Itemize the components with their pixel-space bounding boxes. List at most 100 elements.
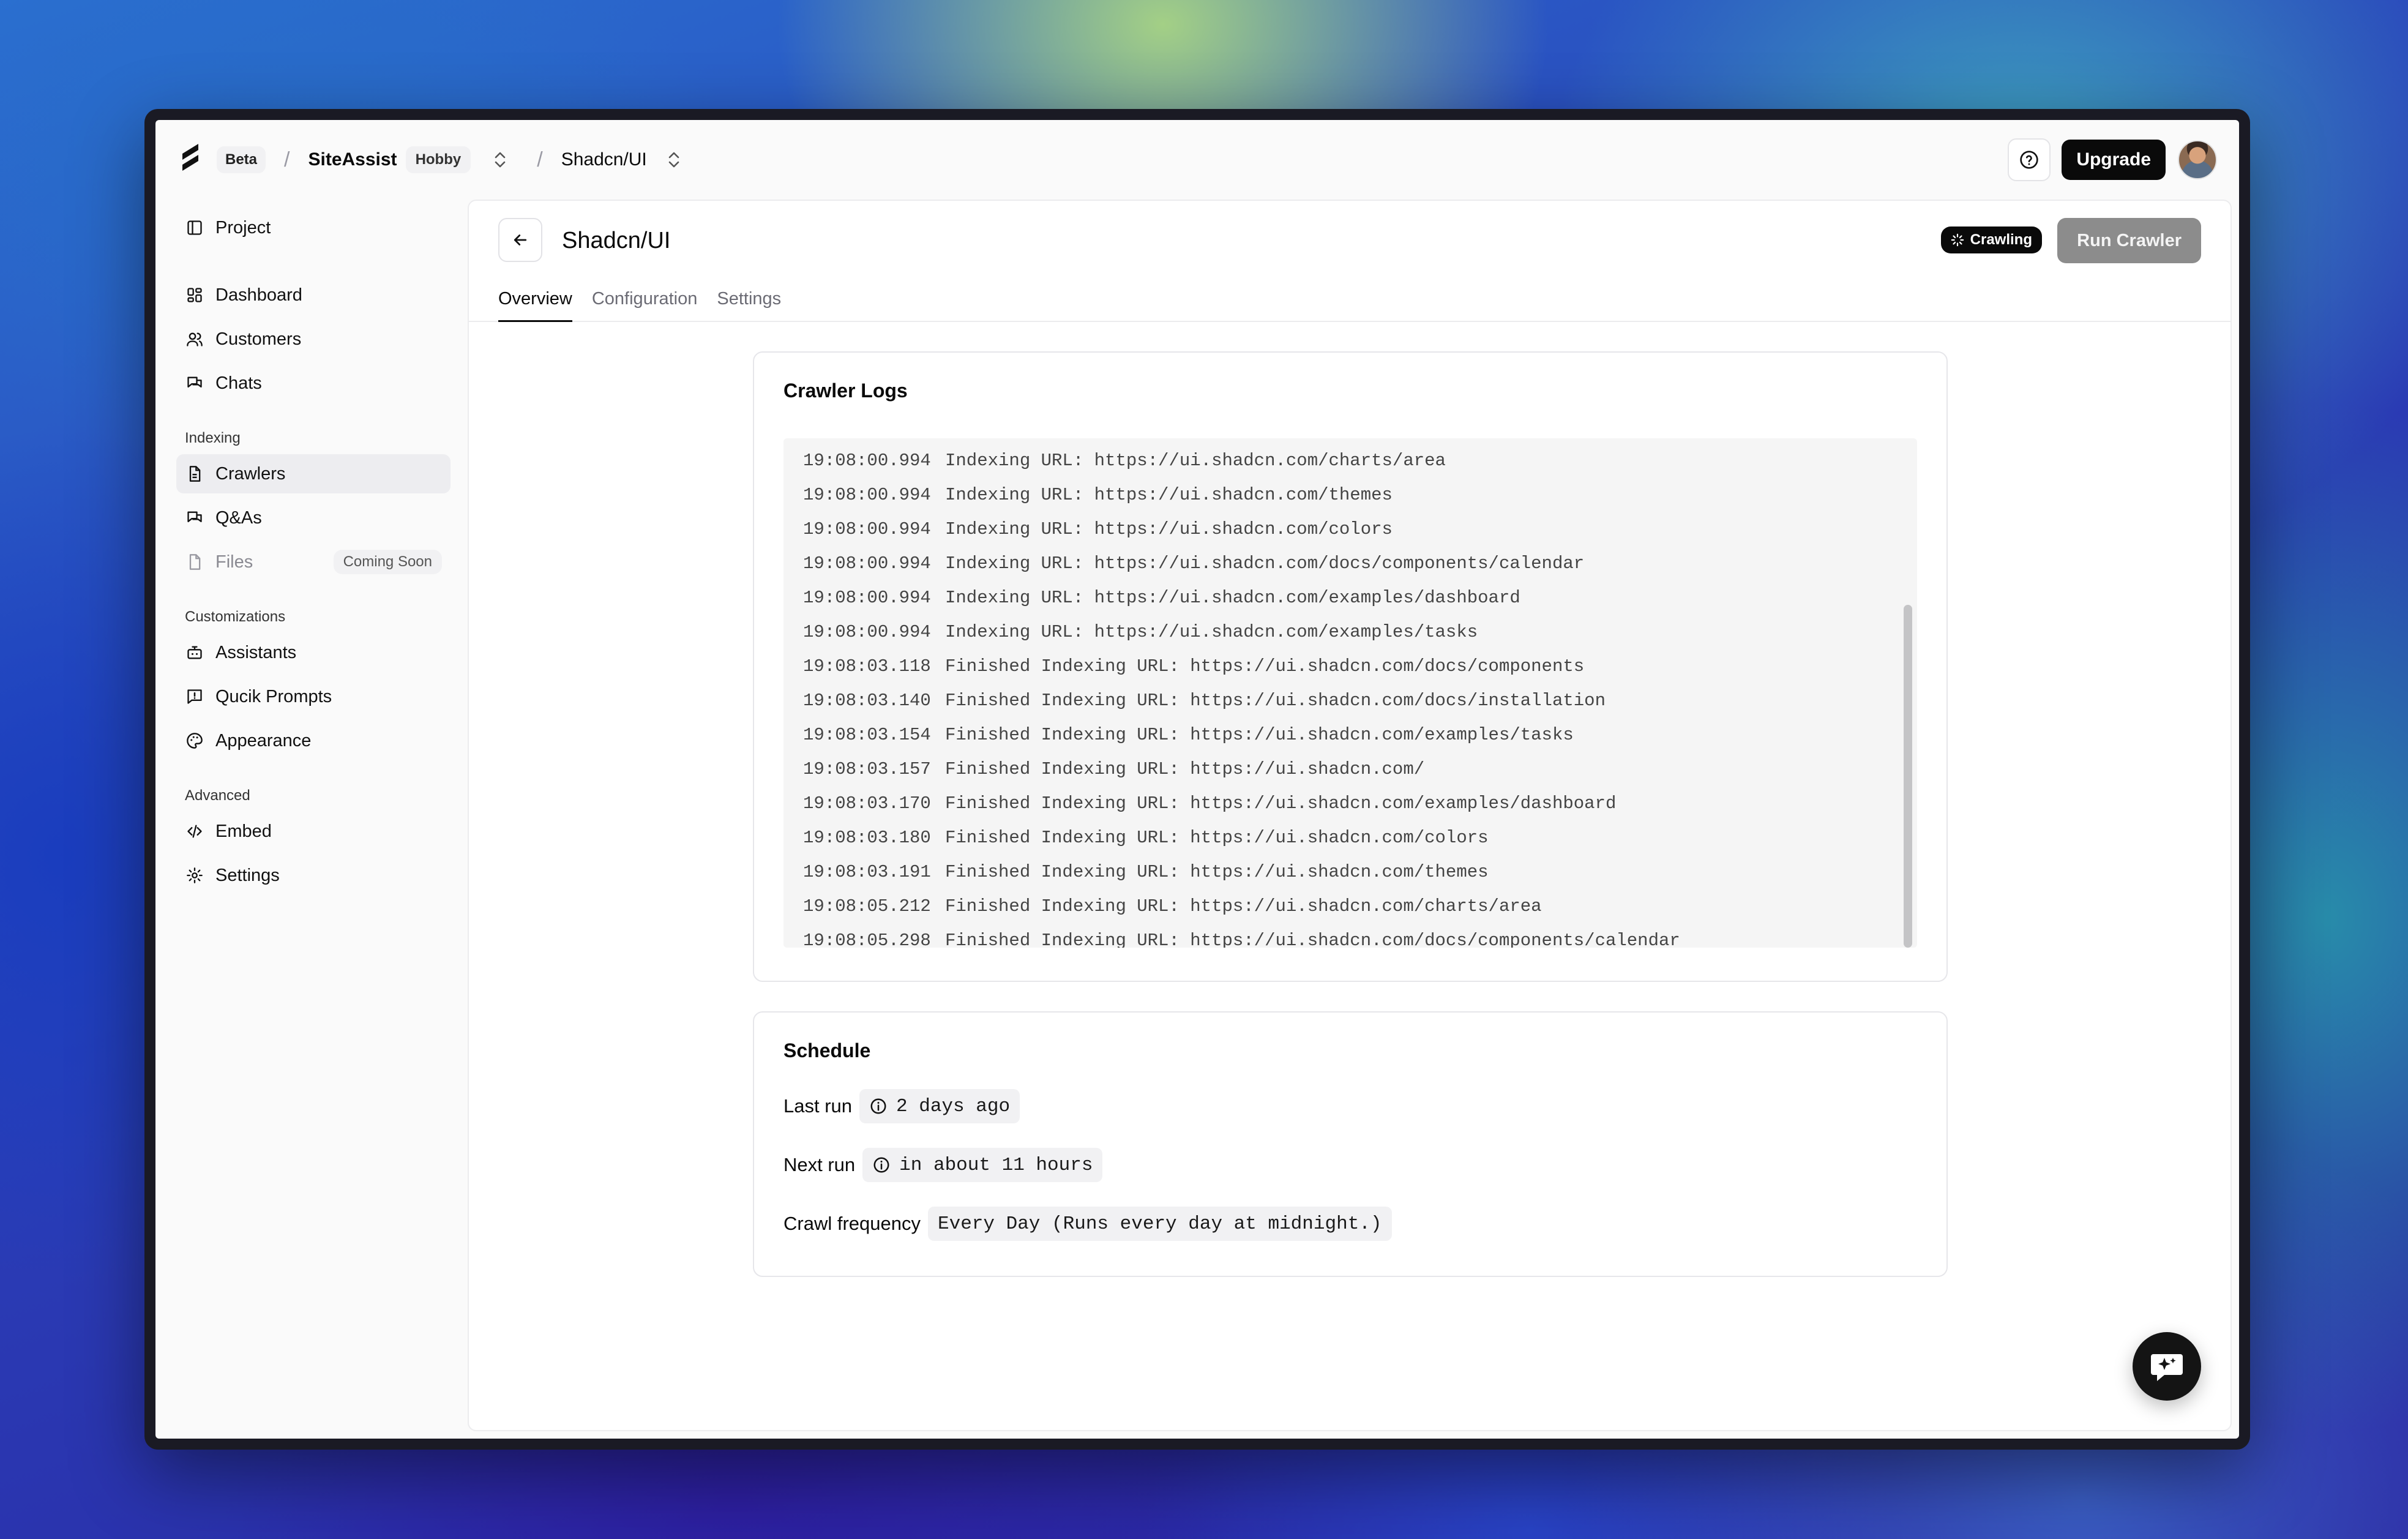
- log-row: 19:08:00.994 Indexing URL: https://ui.sha…: [783, 580, 1917, 615]
- log-message: Finished Indexing URL: https://ui.shadcn…: [945, 793, 1617, 814]
- log-row: 19:08:05.298 Finished Indexing URL: https…: [783, 923, 1917, 948]
- sidebar-item-settings[interactable]: Settings: [176, 856, 451, 895]
- tab-configuration[interactable]: Configuration: [592, 289, 698, 322]
- log-message: Indexing URL: https://ui.shadcn.com/them…: [945, 484, 1393, 505]
- frequency-value: Every Day (Runs every day at midnight.): [937, 1213, 1382, 1235]
- log-row: 19:08:00.994 Indexing URL: https://ui.sha…: [783, 477, 1917, 512]
- schedule-card: Schedule Last run 2 days ago Next run in…: [753, 1011, 1948, 1277]
- sidebar-item-label: Crawlers: [215, 463, 286, 484]
- page-header: Shadcn/UI Crawling Run Crawler Overview …: [469, 201, 2230, 322]
- file-icon: [185, 552, 204, 572]
- log-message: Finished Indexing URL: https://ui.shadcn…: [945, 758, 1425, 779]
- run-crawler-button[interactable]: Run Crawler: [2057, 218, 2201, 263]
- breadcrumb-separator: /: [284, 148, 290, 171]
- tab-settings[interactable]: Settings: [717, 289, 781, 322]
- sidebar-item-label: Embed: [215, 821, 272, 841]
- log-message: Finished Indexing URL: https://ui.shadcn…: [945, 861, 1489, 882]
- crawler-logs-title: Crawler Logs: [783, 380, 908, 402]
- document-icon: [185, 464, 204, 484]
- section-heading-customizations: Customizations: [185, 608, 286, 625]
- sidebar-item-label: Project: [215, 217, 271, 238]
- org-switcher-chevron-icon[interactable]: [493, 149, 507, 170]
- sidebar-item-embed[interactable]: Embed: [176, 812, 451, 851]
- bot-icon: [185, 643, 204, 662]
- sidebar-item-label: Chats: [215, 373, 262, 393]
- info-icon: [869, 1097, 888, 1115]
- log-row: 19:08:00.994 Indexing URL: https://ui.sha…: [783, 546, 1917, 580]
- log-timestamp: 19:08:03.180: [803, 827, 931, 848]
- log-message: Indexing URL: https://ui.shadcn.com/colo…: [945, 519, 1393, 539]
- sidebar-item-label: Customers: [215, 329, 302, 349]
- log-timestamp: 19:08:03.118: [803, 656, 931, 676]
- crawler-logs-card: Crawler Logs 19:08:00.994 Indexing URL: h…: [753, 351, 1948, 982]
- panel-icon: [185, 218, 204, 238]
- sidebar-item-quick-prompts[interactable]: Qucik Prompts: [176, 677, 451, 716]
- next-run-row: Next run in about 11 hours: [783, 1148, 1917, 1182]
- log-row: 19:08:03.170 Finished Indexing URL: https…: [783, 786, 1917, 820]
- log-row: 19:08:00.994 Indexing URL: https://ui.sha…: [783, 615, 1917, 649]
- status-badge: Crawling: [1940, 227, 2042, 253]
- section-heading-advanced: Advanced: [185, 787, 250, 804]
- sidebar-item-qas[interactable]: Q&As: [176, 498, 451, 537]
- sidebar: Project Dashboard Customers Chats Indexi…: [155, 200, 468, 1439]
- upgrade-button[interactable]: Upgrade: [2062, 140, 2166, 180]
- next-run-chip: in about 11 hours: [862, 1148, 1103, 1182]
- section-heading-indexing: Indexing: [185, 430, 241, 446]
- log-message: Indexing URL: https://ui.shadcn.com/exam…: [945, 587, 1520, 608]
- project-switcher-chevron-icon[interactable]: [667, 149, 681, 170]
- scrollbar-thumb[interactable]: [1904, 605, 1912, 948]
- sidebar-item-label: Appearance: [215, 730, 312, 751]
- log-message: Indexing URL: https://ui.shadcn.com/char…: [945, 450, 1446, 471]
- log-scrollbar[interactable]: [1902, 438, 1912, 948]
- help-button[interactable]: [2008, 138, 2051, 181]
- help-icon: [2020, 151, 2038, 169]
- sidebar-item-crawlers[interactable]: Crawlers: [176, 454, 451, 493]
- log-timestamp: 19:08:03.157: [803, 758, 931, 779]
- log-message: Indexing URL: https://ui.shadcn.com/docs…: [945, 553, 1585, 574]
- log-timestamp: 19:08:03.170: [803, 793, 931, 814]
- sidebar-item-files: Files Coming Soon: [176, 542, 451, 582]
- sidebar-item-project[interactable]: Project: [176, 208, 451, 247]
- log-timestamp: 19:08:00.994: [803, 484, 931, 505]
- sidebar-item-assistants[interactable]: Assistants: [176, 633, 451, 672]
- prompt-icon: [185, 687, 204, 706]
- log-row: 19:08:00.994 Indexing URL: https://ui.sha…: [783, 512, 1917, 546]
- tab-overview[interactable]: Overview: [498, 289, 572, 322]
- log-timestamp: 19:08:00.994: [803, 450, 931, 471]
- palette-icon: [185, 731, 204, 751]
- logo-icon[interactable]: [180, 143, 201, 177]
- sidebar-item-label: Qucik Prompts: [215, 686, 332, 706]
- sidebar-item-label: Settings: [215, 865, 280, 885]
- log-message: Indexing URL: https://ui.shadcn.com/exam…: [945, 621, 1478, 642]
- chat-assistant-button[interactable]: [2133, 1332, 2201, 1401]
- beta-badge: Beta: [217, 146, 266, 173]
- users-icon: [185, 329, 204, 349]
- top-bar: Beta / SiteAssist Hobby / Shadcn/UI Upgr…: [155, 120, 2239, 200]
- log-row: 19:08:03.180 Finished Indexing URL: https…: [783, 820, 1917, 855]
- org-name[interactable]: SiteAssist: [308, 149, 397, 170]
- log-row: 19:08:00.994 Indexing URL: https://ui.sha…: [783, 443, 1917, 477]
- sidebar-item-dashboard[interactable]: Dashboard: [176, 275, 451, 315]
- log-timestamp: 19:08:03.154: [803, 724, 931, 745]
- main-panel: Shadcn/UI Crawling Run Crawler Overview …: [468, 200, 2232, 1431]
- log-viewer[interactable]: 19:08:00.994 Indexing URL: https://ui.sha…: [783, 438, 1917, 948]
- back-button[interactable]: [498, 218, 542, 262]
- sparkle-chat-icon: [2151, 1354, 2183, 1381]
- log-timestamp: 19:08:03.191: [803, 861, 931, 882]
- project-name[interactable]: Shadcn/UI: [561, 149, 647, 170]
- last-run-chip: 2 days ago: [859, 1089, 1020, 1123]
- sidebar-item-chats[interactable]: Chats: [176, 364, 451, 403]
- sidebar-item-label: Assistants: [215, 642, 297, 662]
- code-icon: [185, 822, 204, 841]
- log-list: 19:08:00.994 Indexing URL: https://ui.sha…: [783, 443, 1917, 948]
- log-row: 19:08:03.118 Finished Indexing URL: https…: [783, 649, 1917, 683]
- schedule-title: Schedule: [783, 1039, 871, 1062]
- log-message: Finished Indexing URL: https://ui.shadcn…: [945, 896, 1542, 916]
- next-run-label: Next run: [783, 1154, 856, 1175]
- coming-soon-badge: Coming Soon: [333, 550, 442, 574]
- log-timestamp: 19:08:00.994: [803, 553, 931, 574]
- avatar[interactable]: [2178, 140, 2217, 179]
- sidebar-item-appearance[interactable]: Appearance: [176, 721, 451, 760]
- frequency-chip: Every Day (Runs every day at midnight.): [927, 1207, 1392, 1241]
- sidebar-item-customers[interactable]: Customers: [176, 320, 451, 359]
